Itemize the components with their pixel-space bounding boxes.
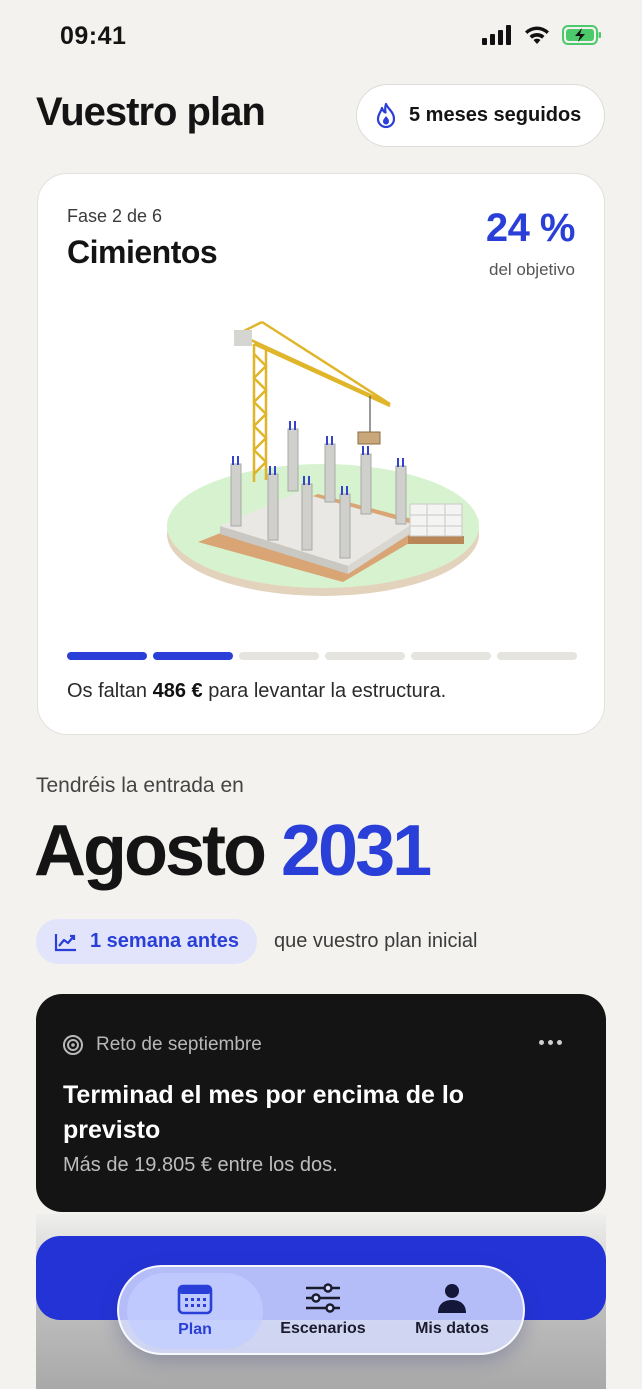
- wifi-icon: [525, 26, 549, 44]
- flame-icon: [376, 102, 396, 128]
- ahead-label: 1 semana antes: [90, 930, 239, 952]
- status-bar: 09:41: [0, 0, 642, 72]
- progress-segment: [411, 652, 491, 660]
- phase-progress-bar: [67, 652, 577, 660]
- ahead-badge: 1 semana antes: [36, 919, 257, 964]
- progress-segment: [67, 652, 147, 660]
- tab-plan-label: Plan: [178, 1321, 212, 1338]
- entry-year: 2031: [280, 811, 432, 891]
- tab-escenarios[interactable]: Escenarios: [263, 1267, 383, 1353]
- tab-bar: Plan Escenarios Mis datos: [117, 1265, 525, 1355]
- streak-label: 5 meses seguidos: [409, 104, 582, 126]
- remaining-amount: 486 €: [152, 680, 203, 702]
- phase-name: Cimientos: [67, 234, 218, 270]
- tab-mis-datos[interactable]: Mis datos: [391, 1267, 513, 1353]
- target-icon: [63, 1035, 83, 1055]
- page-title: Vuestro plan: [36, 90, 266, 134]
- entry-date: Agosto 2031: [34, 810, 432, 892]
- status-icons: [482, 24, 602, 46]
- ahead-suffix: que vuestro plan inicial: [274, 930, 478, 952]
- dot-icon: [547, 1039, 553, 1045]
- goal-percent-caption: del objetivo: [488, 260, 575, 279]
- streak-badge[interactable]: 5 meses seguidos: [356, 84, 605, 147]
- tab-plan[interactable]: Plan: [127, 1273, 263, 1349]
- challenge-card[interactable]: Reto de septiembre Terminad el mes por e…: [36, 994, 606, 1212]
- calendar-icon: [177, 1284, 213, 1315]
- battery-charging-icon: [562, 25, 601, 45]
- remaining-prefix: Os faltan: [67, 680, 148, 702]
- challenge-subtitle: Más de 19.805 € entre los dos.: [63, 1154, 338, 1176]
- signal-icon: [482, 25, 511, 45]
- entry-month: Agosto: [34, 811, 267, 891]
- progress-segment: [153, 652, 233, 660]
- goal-percent: 24 %: [485, 206, 576, 250]
- progress-segment: [497, 652, 577, 660]
- tab-mis-datos-label: Mis datos: [415, 1320, 489, 1337]
- tab-escenarios-label: Escenarios: [280, 1320, 366, 1337]
- dot-icon: [538, 1039, 544, 1045]
- challenge-label-row: Reto de septiembre: [62, 1034, 262, 1056]
- progress-segment: [239, 652, 319, 660]
- more-options-button[interactable]: [530, 1032, 570, 1052]
- entry-caption: Tendréis la entrada en: [36, 774, 244, 797]
- construction-illustration: [167, 320, 479, 596]
- dot-icon: [556, 1039, 562, 1045]
- phase-label: Fase 2 de 6: [67, 206, 163, 226]
- trending-up-icon: [54, 933, 76, 951]
- progress-segment: [325, 652, 405, 660]
- status-time: 09:41: [60, 22, 127, 50]
- challenge-label: Reto de septiembre: [96, 1034, 262, 1055]
- plan-card[interactable]: Fase 2 de 6 Cimientos 24 % del objetivo: [37, 173, 605, 735]
- remaining-suffix: para levantar la estructura.: [208, 680, 447, 702]
- sliders-icon: [306, 1283, 340, 1313]
- remaining-amount-text: Os faltan 486 € para levantar la estruct…: [67, 680, 446, 703]
- challenge-title: Terminad el mes por encima de lo previst…: [63, 1081, 465, 1144]
- person-icon: [438, 1284, 466, 1313]
